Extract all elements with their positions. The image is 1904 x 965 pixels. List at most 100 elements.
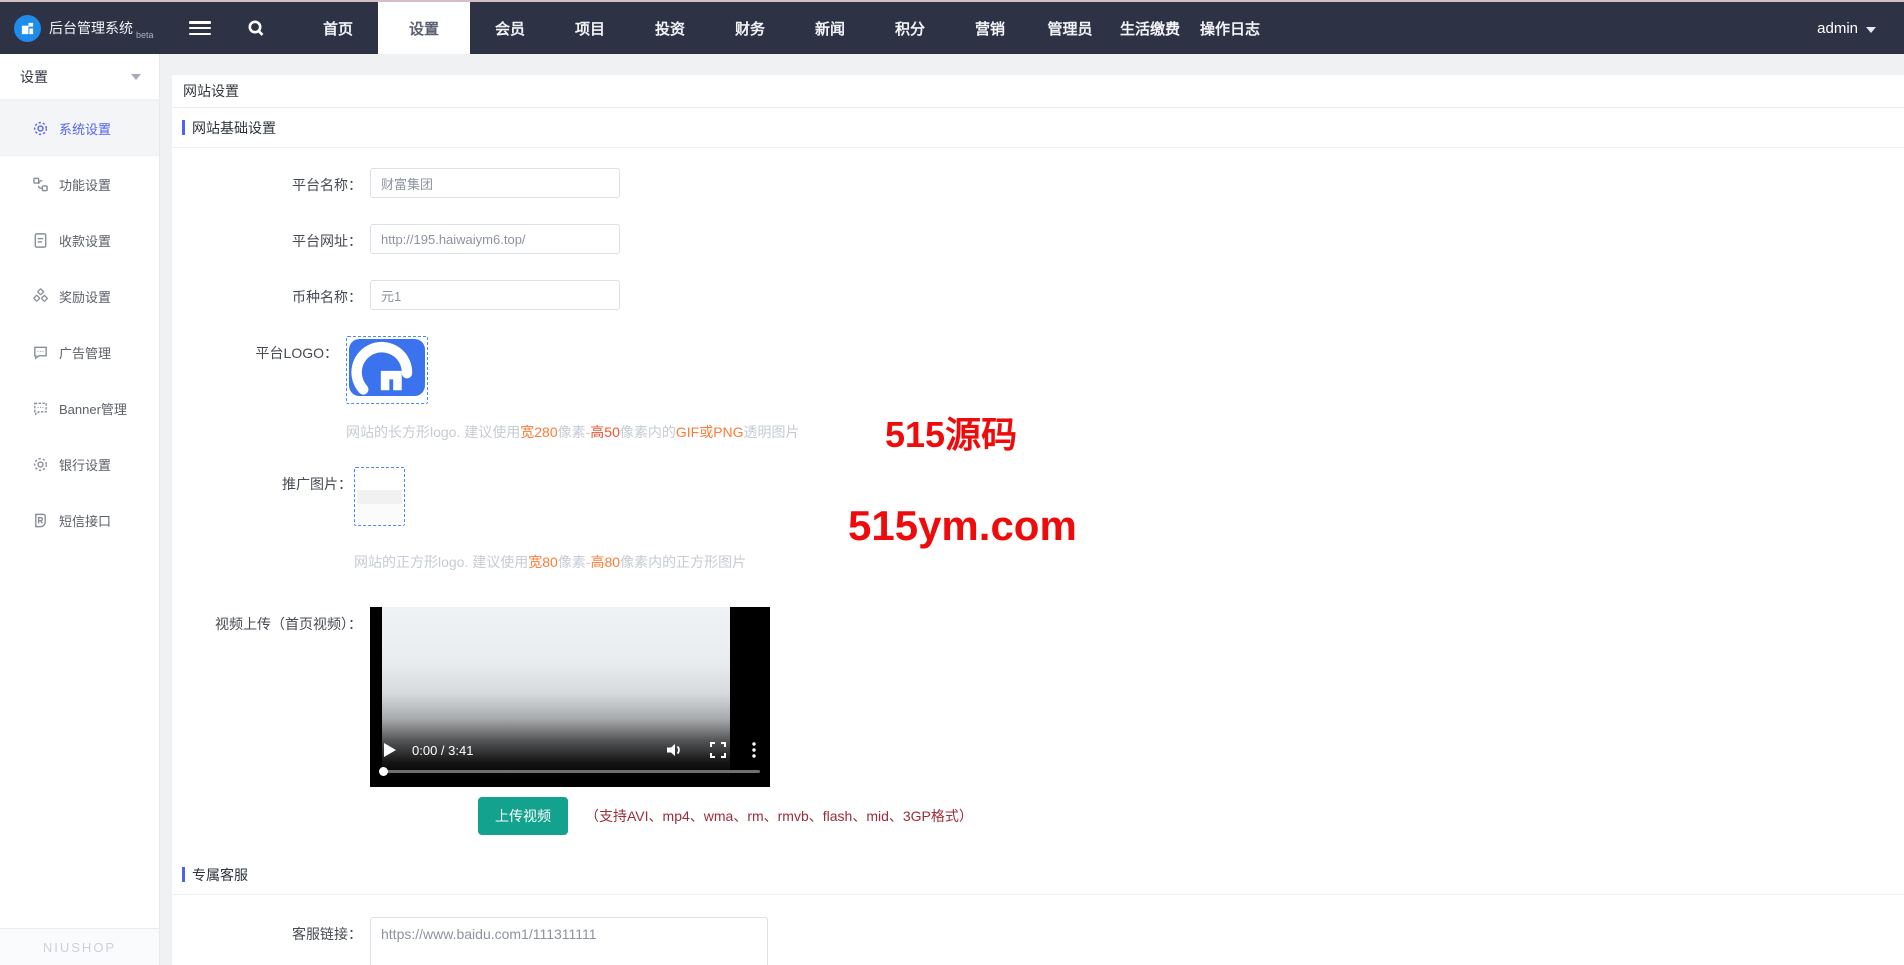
hint-text: 网站的长方形logo. 建议使用 (346, 424, 521, 440)
hint-text: 宽280 (520, 424, 558, 440)
nav-item-points[interactable]: 积分 (870, 2, 950, 54)
shield-icon (32, 512, 49, 529)
nav-item-home[interactable]: 首页 (298, 2, 378, 54)
nav-item-logs[interactable]: 操作日志 (1190, 2, 1270, 54)
form-row-currency-name: 币种名称： (172, 280, 1904, 310)
sidebar-item-label: Banner管理 (59, 401, 127, 417)
section-service-header: 专属客服 (172, 855, 1904, 895)
field-label: 平台LOGO： (255, 345, 338, 361)
nav-item-settings[interactable]: 设置 (378, 2, 470, 54)
field-label: 币种名称： (292, 289, 362, 305)
sidebar-item-label: 系统设置 (59, 121, 112, 137)
nav-item-finance[interactable]: 财务 (710, 2, 790, 54)
sidebar-footer-brand: NIUSHOP (0, 928, 159, 965)
platform-name-input[interactable] (370, 168, 620, 198)
volume-icon[interactable] (666, 742, 684, 758)
chevron-down-icon (1866, 26, 1876, 33)
sidebar-item-ad-management[interactable]: 广告管理 (0, 324, 159, 380)
play-icon[interactable] (384, 743, 396, 757)
sidebar-item-label: 广告管理 (59, 345, 112, 361)
video-time: 0:00 / 3:41 (412, 742, 474, 758)
search-icon (248, 20, 264, 36)
sidebar-header[interactable]: 设置 (0, 54, 159, 100)
hint-text: 宽80 (528, 554, 558, 570)
menu-toggle-button[interactable] (172, 2, 228, 54)
reward-icon (32, 287, 49, 305)
section-accent-bar (182, 867, 185, 882)
platform-url-input[interactable] (370, 224, 620, 254)
overflow-menu-icon[interactable] (752, 742, 756, 758)
search-button[interactable] (228, 2, 284, 54)
section-title: 专属客服 (192, 866, 248, 883)
video-format-note: （支持AVI、mp4、wma、rm、rmvb、flash、mid、3GP格式） (585, 808, 973, 824)
sidebar-item-system-settings[interactable]: 系统设置 (0, 100, 159, 156)
sidebar: 设置 系统设置 功能设置 收款设置 奖励设置 广告管理 Banner管理 银行设… (0, 54, 160, 965)
form-row-upload-button: 上传视频 （支持AVI、mp4、wma、rm、rmvb、flash、mid、3G… (478, 797, 1904, 835)
section-basic-settings-header: 网站基础设置 (172, 108, 1904, 148)
hint-text: PNG (713, 424, 744, 440)
field-label: 客服链接： (292, 926, 362, 942)
main-nav: 首页 设置 会员 项目 投资 财务 新闻 积分 营销 管理员 生活缴费 操作日志 (298, 2, 1270, 54)
sidebar-item-banner-management[interactable]: Banner管理 (0, 380, 159, 436)
sidebar-item-sms-api[interactable]: 短信接口 (0, 492, 159, 548)
sidebar-item-bank-settings[interactable]: 银行设置 (0, 436, 159, 492)
comment-dots-icon (32, 344, 49, 361)
fullscreen-icon[interactable] (710, 742, 726, 758)
currency-name-input[interactable] (370, 280, 620, 310)
nav-item-projects[interactable]: 项目 (550, 2, 630, 54)
sidebar-item-payment-settings[interactable]: 收款设置 (0, 212, 159, 268)
video-progress-handle[interactable] (379, 767, 388, 776)
section-accent-bar (182, 120, 185, 135)
form-row-video-upload: 视频上传（首页视频）： 0:00 / 3:41 (172, 607, 1904, 787)
form-row-platform-logo: 平台LOGO： 网站的长方形logo. 建议使用宽280像素-高50像素内的GI… (172, 336, 1904, 442)
video-progress-bar[interactable] (379, 767, 760, 776)
breadcrumb: 网站设置 (172, 75, 1904, 108)
service-link-textarea[interactable]: https://www.baidu.com1/111311111 (370, 917, 768, 965)
sidebar-item-reward-settings[interactable]: 奖励设置 (0, 268, 159, 324)
hint-text: 透明图片 (743, 424, 800, 440)
nav-item-members[interactable]: 会员 (470, 2, 550, 54)
sidebar-item-label: 银行设置 (59, 457, 112, 473)
comment-dots-icon (32, 400, 49, 417)
promo-hint: 网站的正方形logo. 建议使用宽80像素-高80像素内的正方形图片 (354, 552, 746, 572)
app-title: 后台管理系统 (49, 20, 133, 36)
upload-video-button[interactable]: 上传视频 (478, 797, 568, 835)
platform-logo-image (349, 339, 425, 396)
beta-badge: beta (136, 30, 154, 40)
field-label: 平台名称： (292, 177, 362, 193)
sidebar-title: 设置 (20, 68, 48, 85)
hint-text: 网站的正方形logo. 建议使用 (354, 554, 529, 570)
video-player[interactable]: 0:00 / 3:41 (370, 607, 770, 787)
logo-upload-box[interactable] (346, 336, 428, 404)
user-menu[interactable]: admin (1817, 2, 1904, 54)
share-icon (32, 176, 49, 193)
field-label: 视频上传（首页视频）： (215, 616, 362, 632)
hint-text: 或 (699, 424, 714, 440)
field-label: 推广图片： (282, 476, 352, 492)
hint-text: 高80 (590, 554, 621, 570)
logo-hint: 网站的长方形logo. 建议使用宽280像素-高50像素内的GIF或PNG透明图… (346, 422, 800, 442)
page-title: 网站设置 (183, 83, 239, 99)
gear-icon (32, 456, 49, 473)
nav-item-invest[interactable]: 投资 (630, 2, 710, 54)
sidebar-item-label: 短信接口 (59, 513, 112, 529)
nav-item-life-pay[interactable]: 生活缴费 (1110, 2, 1190, 54)
form-row-platform-name: 平台名称： (172, 168, 1904, 198)
hint-text: 高50 (590, 424, 620, 440)
watermark-text: 515源码 (885, 414, 1018, 455)
nav-item-admins[interactable]: 管理员 (1030, 2, 1110, 54)
top-navbar: 后台管理系统 beta 首页 设置 会员 项目 投资 财务 新闻 积分 营销 管… (0, 2, 1904, 54)
nav-item-marketing[interactable]: 营销 (950, 2, 1030, 54)
promo-upload-box[interactable] (354, 467, 405, 526)
sidebar-item-label: 奖励设置 (59, 289, 112, 305)
basic-settings-form: 平台名称： 平台网址： 币种名称： 平台LOGO： (172, 148, 1904, 835)
hint-text: GIF (675, 424, 700, 440)
nav-item-news[interactable]: 新闻 (790, 2, 870, 54)
sidebar-item-function-settings[interactable]: 功能设置 (0, 156, 159, 212)
hint-text: 像素 (557, 424, 586, 440)
section-title: 网站基础设置 (192, 119, 276, 136)
form-row-service-link: 客服链接： https://www.baidu.com1/111311111 (172, 917, 1904, 965)
sidebar-item-label: 功能设置 (59, 177, 112, 193)
form-row-platform-url: 平台网址： (172, 224, 1904, 254)
collapse-caret-icon (131, 73, 141, 80)
